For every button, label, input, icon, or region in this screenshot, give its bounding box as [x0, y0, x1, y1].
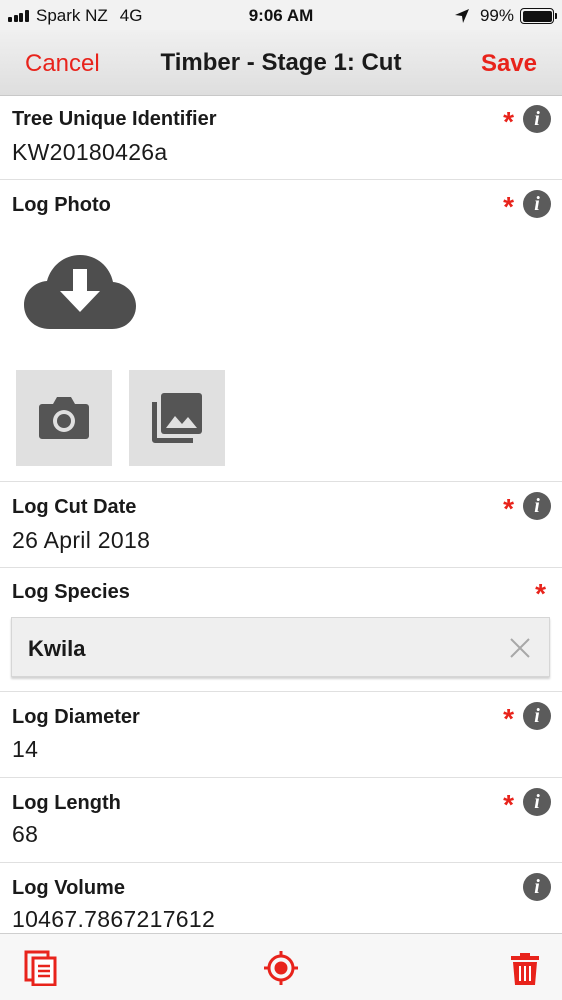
info-icon[interactable]: i	[523, 492, 551, 520]
info-icon[interactable]: i	[523, 788, 551, 816]
tree-id-value[interactable]: KW20180426a	[12, 139, 167, 166]
battery-percent: 99%	[479, 6, 514, 25]
length-value[interactable]: 68	[12, 821, 38, 848]
cut-date-field[interactable]: Log Cut Date * i 26 April 2018	[0, 482, 562, 568]
length-label: Log Length	[12, 792, 121, 814]
clear-icon[interactable]	[509, 637, 531, 659]
target-location-icon	[264, 951, 298, 985]
volume-field: Log Volume i 10467.7867217612	[0, 863, 562, 933]
required-marker: *	[503, 703, 514, 734]
tree-id-field[interactable]: Tree Unique Identifier * i KW20180426a	[0, 97, 562, 180]
species-label: Log Species	[12, 581, 130, 603]
trash-icon	[511, 953, 539, 985]
info-icon[interactable]: i	[523, 190, 551, 218]
log-photo-label: Log Photo	[12, 194, 111, 216]
copy-button[interactable]	[23, 950, 59, 987]
info-icon[interactable]: i	[523, 873, 551, 901]
gallery-button[interactable]	[129, 370, 225, 466]
cut-date-label: Log Cut Date	[12, 496, 137, 518]
cancel-button[interactable]: Cancel	[25, 50, 100, 78]
status-right: 99%	[454, 6, 557, 26]
camera-button[interactable]	[16, 370, 112, 466]
species-value: Kwila	[28, 636, 86, 661]
species-select[interactable]: Kwila	[11, 617, 550, 677]
required-marker: *	[503, 191, 514, 222]
nav-bar: Cancel Timber - Stage 1: Cut Save	[0, 30, 562, 96]
camera-icon	[39, 397, 89, 439]
info-icon[interactable]: i	[523, 702, 551, 730]
volume-label: Log Volume	[12, 877, 125, 899]
length-field[interactable]: Log Length * i 68	[0, 778, 562, 863]
photo-library-icon	[152, 393, 202, 443]
cut-date-value[interactable]: 26 April 2018	[12, 527, 150, 554]
required-marker: *	[535, 578, 546, 609]
diameter-label: Log Diameter	[12, 706, 140, 728]
location-arrow-icon	[454, 9, 469, 23]
volume-value: 10467.7867217612	[12, 906, 216, 932]
battery-icon	[520, 8, 557, 24]
bottom-toolbar	[0, 933, 562, 1000]
required-marker: *	[503, 106, 514, 137]
tree-id-label: Tree Unique Identifier	[12, 108, 217, 130]
info-icon[interactable]: i	[523, 105, 551, 133]
required-marker: *	[503, 789, 514, 820]
diameter-value[interactable]: 14	[12, 736, 38, 763]
status-bar: Spark NZ 4G 9:06 AM 99%	[0, 0, 562, 30]
delete-button[interactable]	[507, 950, 543, 986]
copy-document-icon	[24, 950, 57, 987]
log-photo-field: Log Photo * i	[0, 180, 562, 482]
required-marker: *	[503, 493, 514, 524]
save-button[interactable]: Save	[481, 50, 537, 78]
location-button[interactable]	[263, 950, 299, 986]
diameter-field[interactable]: Log Diameter * i 14	[0, 692, 562, 778]
cloud-download-icon	[24, 255, 136, 329]
